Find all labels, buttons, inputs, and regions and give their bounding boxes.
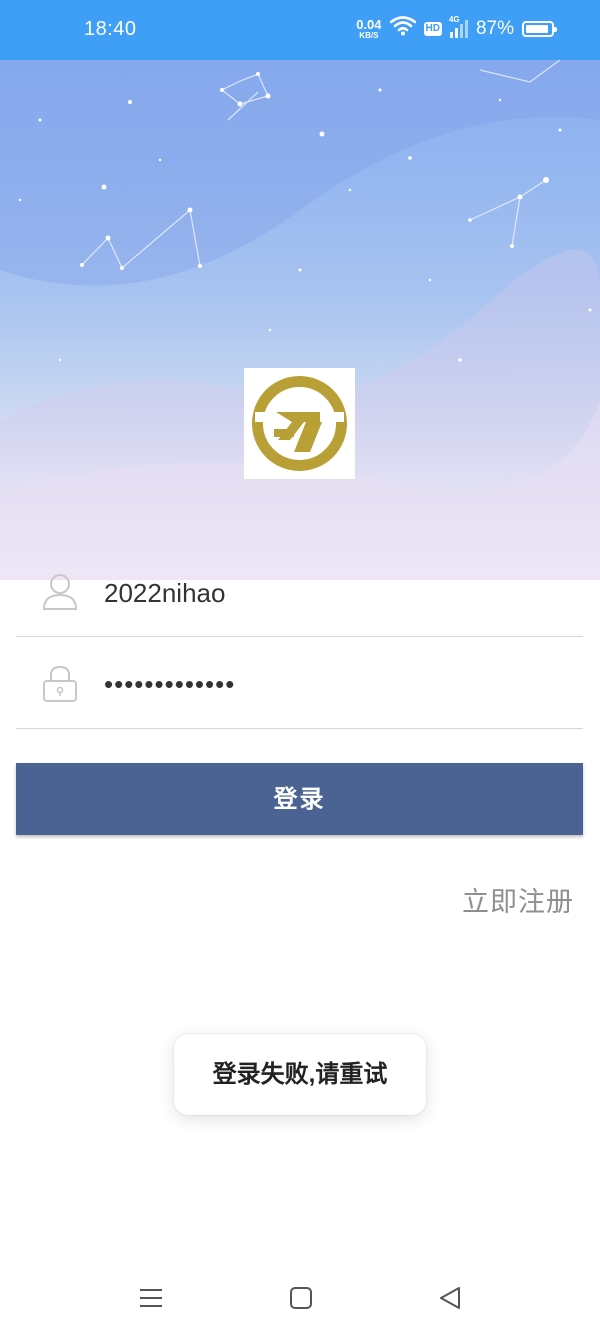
- status-icons: 0.04 KB/S HD 4G 87%: [356, 14, 557, 44]
- signal-icon: 4G: [449, 15, 468, 38]
- error-toast: 登录失败,请重试: [174, 1034, 426, 1115]
- battery-icon: [522, 21, 557, 37]
- signal-label: 4G: [448, 15, 460, 24]
- status-bar: 18:40 0.04 KB/S HD 4G 87%: [0, 0, 600, 60]
- password-input[interactable]: •••••••••••••: [104, 639, 235, 729]
- lock-icon: [42, 665, 78, 703]
- navigation-bar: [0, 1260, 600, 1333]
- login-button[interactable]: 登录: [16, 763, 583, 835]
- wifi-icon: [389, 16, 416, 42]
- battery-fill: [526, 25, 548, 33]
- network-speed: 0.04 KB/S: [356, 18, 381, 40]
- username-input[interactable]: 2022nihao: [104, 547, 225, 637]
- status-time: 18:40: [84, 18, 137, 40]
- back-icon[interactable]: [437, 1284, 465, 1312]
- network-speed-unit: KB/S: [359, 31, 379, 40]
- battery-percent: 87%: [475, 18, 514, 39]
- user-icon: [42, 573, 78, 611]
- company-logo: [244, 368, 355, 479]
- header-background: [0, 60, 600, 580]
- home-icon[interactable]: [287, 1284, 315, 1312]
- network-speed-value: 0.04: [356, 17, 382, 32]
- menu-icon[interactable]: [137, 1284, 165, 1312]
- register-link[interactable]: 立即注册: [462, 880, 574, 919]
- username-field[interactable]: 2022nihao: [16, 547, 583, 637]
- starfield-background: [0, 60, 600, 580]
- hd-icon: HD: [423, 22, 442, 36]
- password-field[interactable]: •••••••••••••: [16, 639, 583, 729]
